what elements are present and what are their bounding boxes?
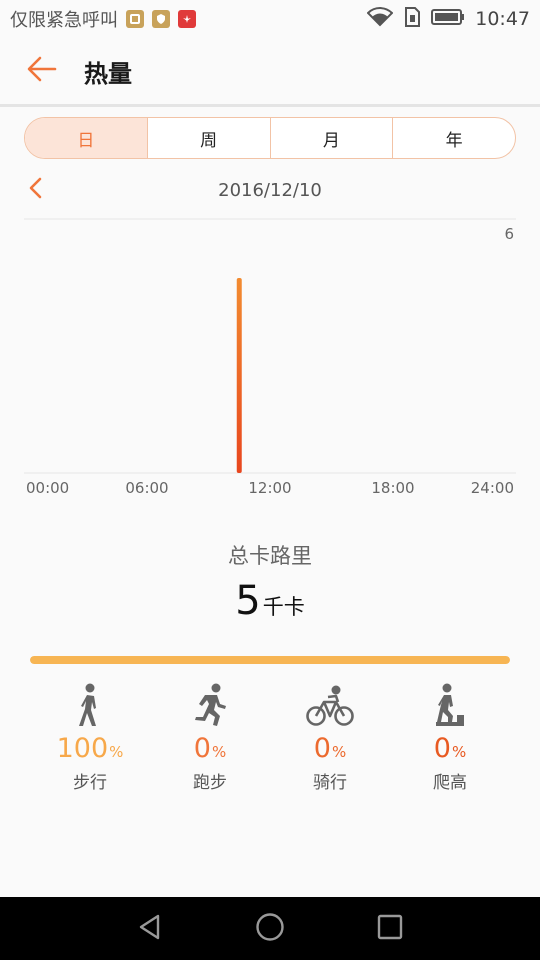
calorie-chart: 6 00:00 06:00 12:00 18:00 24:00 <box>24 218 516 508</box>
nav-recents-button[interactable] <box>330 897 450 960</box>
tab-month[interactable]: 月 <box>269 118 393 158</box>
arrow-left-icon <box>27 56 57 86</box>
bike-icon <box>305 682 355 728</box>
tab-day[interactable]: 日 <box>25 118 147 158</box>
tab-week[interactable]: 周 <box>146 118 270 158</box>
status-left: 仅限紧急呼叫 <box>10 6 196 32</box>
bike-label: 骑行 <box>313 773 347 793</box>
app-header: 热量 <box>0 38 540 104</box>
square-recents-icon <box>376 913 404 945</box>
walk-percent-symbol: % <box>109 743 124 761</box>
period-tabs: 日 周 月 年 <box>24 117 516 159</box>
date-row: 2016/12/10 <box>0 170 540 210</box>
run-percent: 0% <box>194 732 226 766</box>
climb-icon <box>425 682 475 728</box>
status-bar: 仅限紧急呼叫 10:47 <box>0 0 540 38</box>
run-percent-symbol: % <box>211 743 227 761</box>
walk-label: 步行 <box>73 773 107 793</box>
walk-icon <box>65 682 115 728</box>
activity-progress-bar <box>30 656 510 664</box>
run-percent-value: 0 <box>193 733 211 764</box>
walk-percent: 100% <box>57 732 124 766</box>
clock: 10:47 <box>475 8 530 30</box>
chart-bar-0 <box>236 278 242 473</box>
activity-climb: 0% 爬高 <box>390 682 510 802</box>
triangle-back-icon <box>136 913 164 945</box>
bars-layer <box>236 278 242 473</box>
y-max-label: 6 <box>504 225 514 243</box>
activity-run: 0% 跑步 <box>150 682 270 802</box>
x-tick-label-4: 24:00 <box>471 479 514 497</box>
activity-breakdown: 100% 步行 0% 跑步 0% 骑行 0% 爬高 <box>30 682 510 802</box>
activity-bike: 0% 骑行 <box>270 682 390 802</box>
run-icon <box>185 682 235 728</box>
x-tick-label-1: 06:00 <box>125 479 168 497</box>
activity-walk: 100% 步行 <box>30 682 150 802</box>
header-divider <box>0 104 540 107</box>
total-value-unit: 千卡 <box>262 595 305 619</box>
previous-date-button[interactable] <box>20 170 50 210</box>
carrier-text: 仅限紧急呼叫 <box>10 10 118 31</box>
bike-percent: 0% <box>314 732 346 766</box>
total-calories-label: 总卡路里 <box>228 544 312 568</box>
circle-home-icon <box>255 912 285 946</box>
climb-percent-value: 0 <box>433 733 451 764</box>
page-title: 热量 <box>84 59 132 88</box>
battery-icon <box>431 8 465 31</box>
bike-percent-symbol: % <box>331 743 347 761</box>
x-tick-label-2: 12:00 <box>248 479 291 497</box>
sim-icon <box>403 6 421 32</box>
climb-percent: 0% <box>434 732 466 766</box>
bike-percent-value: 0 <box>313 733 331 764</box>
back-button[interactable] <box>0 38 84 104</box>
nav-home-button[interactable] <box>210 897 330 960</box>
run-label: 跑步 <box>193 773 227 793</box>
x-tick-label-0: 00:00 <box>26 479 69 497</box>
chevron-left-icon <box>28 177 42 203</box>
tab-year[interactable]: 年 <box>392 118 515 158</box>
climb-label: 爬高 <box>433 773 467 793</box>
x-ticks-layer: 00:00 06:00 12:00 18:00 24:00 <box>26 479 514 497</box>
chart-svg: 6 00:00 06:00 12:00 18:00 24:00 <box>24 218 516 497</box>
wifi-icon <box>366 6 394 32</box>
shield-notification-icon <box>152 10 170 28</box>
navigation-bar <box>0 897 540 960</box>
walk-percent-value: 100 <box>56 733 109 764</box>
activity-progress-fill <box>30 656 510 664</box>
status-right: 10:47 <box>366 6 530 32</box>
total-value-number: 5 <box>235 578 261 624</box>
gallery-notification-icon <box>126 10 144 28</box>
date-label: 2016/12/10 <box>218 179 322 201</box>
climb-percent-symbol: % <box>451 743 467 761</box>
total-calories-value: 5千卡 <box>0 578 540 624</box>
nav-back-button[interactable] <box>90 897 210 960</box>
huawei-notification-icon <box>178 10 196 28</box>
x-tick-label-3: 18:00 <box>371 479 414 497</box>
